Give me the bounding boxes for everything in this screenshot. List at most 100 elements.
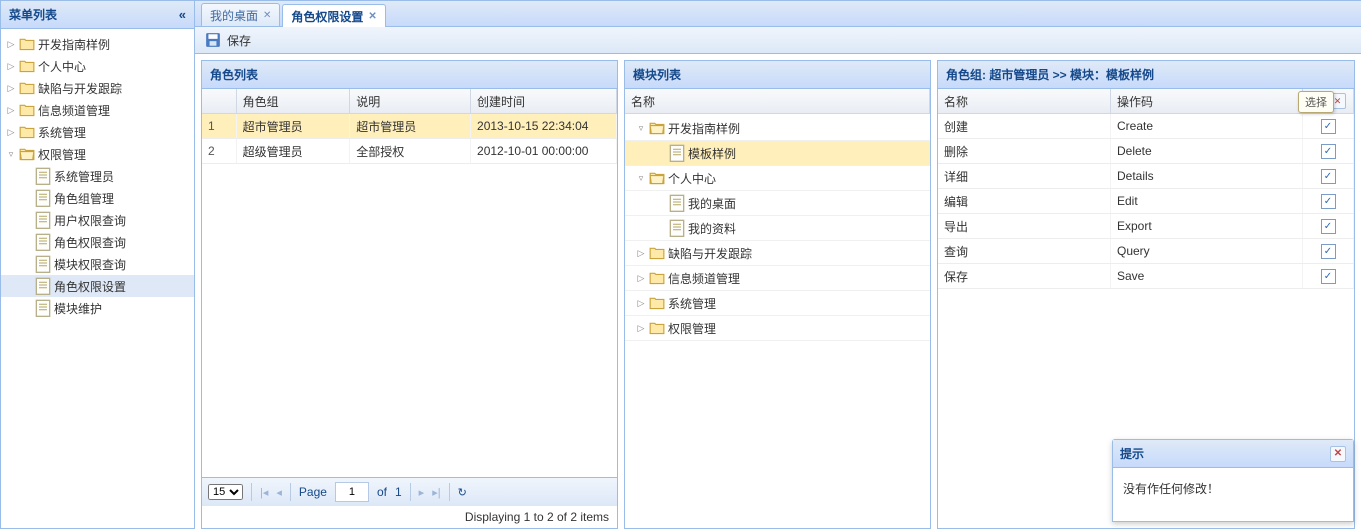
expander-icon[interactable]: ▷ — [633, 323, 649, 334]
refresh-button[interactable]: ↻ — [458, 486, 467, 499]
save-icon — [205, 32, 221, 48]
module-folder[interactable]: ▿开发指南样例 — [625, 116, 930, 141]
tab-label: 角色权限设置 — [291, 8, 363, 25]
first-page-button[interactable]: |◂ — [260, 486, 268, 499]
tree-node-label: 角色组管理 — [54, 190, 114, 207]
tree-folder[interactable]: ▷信息频道管理 — [1, 99, 194, 121]
of-label: of — [377, 485, 387, 499]
tree-leaf[interactable]: 角色权限查询 — [1, 231, 194, 253]
module-folder[interactable]: ▷缺陷与开发跟踪 — [625, 241, 930, 266]
expander-icon[interactable]: ▷ — [3, 39, 19, 50]
expander-icon[interactable]: ▿ — [3, 149, 19, 160]
col-desc[interactable]: 说明 — [350, 89, 471, 113]
tree-leaf[interactable]: 角色组管理 — [1, 187, 194, 209]
prev-page-button[interactable]: ◂ — [276, 486, 282, 499]
page-icon — [35, 168, 51, 184]
table-row[interactable]: 2超级管理员全部授权2012-10-01 00:00:00 — [202, 139, 617, 164]
expander-icon[interactable]: ▷ — [3, 127, 19, 138]
perm-row[interactable]: 查询Query✓ — [938, 239, 1354, 264]
tree-folder[interactable]: ▷缺陷与开发跟踪 — [1, 77, 194, 99]
page-input[interactable] — [335, 482, 369, 502]
perm-row[interactable]: 编辑Edit✓ — [938, 189, 1354, 214]
table-row[interactable]: 1超市管理员超市管理员2013-10-15 22:34:04 — [202, 114, 617, 139]
checkbox[interactable]: ✓ — [1321, 194, 1336, 209]
perm-row[interactable]: 删除Delete✓ — [938, 139, 1354, 164]
expander-icon[interactable]: ▷ — [3, 105, 19, 116]
module-folder[interactable]: ▷信息频道管理 — [625, 266, 930, 291]
perm-row[interactable]: 创建Create✓ — [938, 114, 1354, 139]
close-icon[interactable]: ✕ — [1330, 446, 1346, 462]
tab-close-icon[interactable]: ✕ — [263, 10, 271, 21]
tab-label: 我的桌面 — [210, 7, 258, 24]
checkbox[interactable]: ✓ — [1321, 119, 1336, 134]
col-module-name[interactable]: 名称 — [625, 89, 930, 113]
cell-perm-name: 删除 — [938, 139, 1111, 163]
sidebar-title: 菜单列表 — [9, 6, 57, 23]
page-size-select[interactable]: 15 — [208, 484, 243, 500]
col-perm-name[interactable]: 名称 — [938, 89, 1111, 113]
checkbox[interactable]: ✓ — [1321, 219, 1336, 234]
perm-row[interactable]: 导出Export✓ — [938, 214, 1354, 239]
tab[interactable]: 角色权限设置 ✕ — [282, 4, 385, 27]
checkbox[interactable]: ✓ — [1321, 269, 1336, 284]
page-icon — [35, 300, 51, 316]
expander-icon[interactable]: ▷ — [633, 298, 649, 309]
tree-leaf[interactable]: 模块维护 — [1, 297, 194, 319]
tree-node-label: 权限管理 — [38, 146, 86, 163]
collapse-icon[interactable]: « — [179, 7, 186, 22]
cell-perm-code: Details — [1111, 164, 1303, 188]
tree-node-label: 用户权限查询 — [54, 212, 126, 229]
cell-perm-check: ✓ — [1303, 164, 1354, 188]
page-icon — [35, 212, 51, 228]
module-folder[interactable]: ▷权限管理 — [625, 316, 930, 341]
tree-folder[interactable]: ▷开发指南样例 — [1, 33, 194, 55]
tab-close-icon[interactable]: ✕ — [368, 11, 376, 22]
expander-icon[interactable]: ▷ — [3, 61, 19, 72]
page-icon — [35, 278, 51, 294]
checkbox[interactable]: ✓ — [1321, 144, 1336, 159]
tree-leaf[interactable]: 模块权限查询 — [1, 253, 194, 275]
tree-leaf[interactable]: 系统管理员 — [1, 165, 194, 187]
module-leaf[interactable]: 模板样例 — [625, 141, 930, 166]
expander-icon[interactable]: ▷ — [633, 248, 649, 259]
row-number-header — [202, 89, 237, 113]
tree-node-label: 角色权限查询 — [54, 234, 126, 251]
save-button[interactable]: 保存 — [201, 30, 255, 51]
expander-icon[interactable]: ▿ — [633, 173, 649, 184]
display-info: Displaying 1 to 2 of 2 items — [202, 506, 617, 528]
expander-icon[interactable]: ▷ — [3, 83, 19, 94]
tree-folder[interactable]: ▷系统管理 — [1, 121, 194, 143]
tree-folder[interactable]: ▷个人中心 — [1, 55, 194, 77]
cell-perm-code: Save — [1111, 264, 1303, 288]
checkbox[interactable]: ✓ — [1321, 169, 1336, 184]
tree-leaf[interactable]: 用户权限查询 — [1, 209, 194, 231]
module-folder[interactable]: ▷系统管理 — [625, 291, 930, 316]
tab[interactable]: 我的桌面 ✕ — [201, 3, 280, 26]
pager: 15 |◂ ◂ Page of 1 ▸ ▸| ↻ — [202, 477, 617, 506]
col-group[interactable]: 角色组 — [237, 89, 351, 113]
tree-folder[interactable]: ▿ 权限管理 — [1, 143, 194, 165]
module-leaf[interactable]: 我的桌面 — [625, 191, 930, 216]
perm-row[interactable]: 保存Save✓ — [938, 264, 1354, 289]
cell-perm-check: ✓ — [1303, 239, 1354, 263]
tree-leaf[interactable]: 角色权限设置 — [1, 275, 194, 297]
col-date[interactable]: 创建时间 — [471, 89, 617, 113]
folder-icon — [649, 120, 665, 136]
cell-group: 超市管理员 — [237, 114, 351, 138]
toast-popup: 提示 ✕ 没有作任何修改！ — [1112, 439, 1354, 522]
next-page-button[interactable]: ▸ — [419, 486, 425, 499]
expander-icon[interactable]: ▷ — [633, 273, 649, 284]
expander-icon[interactable]: ▿ — [633, 123, 649, 134]
col-perm-code[interactable]: 操作码 — [1111, 89, 1303, 113]
module-folder[interactable]: ▿个人中心 — [625, 166, 930, 191]
cell-desc: 全部授权 — [350, 139, 471, 163]
tree-node-label: 角色权限设置 — [54, 278, 126, 295]
perm-row[interactable]: 详细Details✓ — [938, 164, 1354, 189]
folder-icon — [649, 270, 665, 286]
tab-bar: 我的桌面 ✕ 角色权限设置 ✕ — [195, 1, 1361, 27]
module-panel-header: 模块列表 — [625, 61, 930, 89]
checkbox[interactable]: ✓ — [1321, 244, 1336, 259]
toast-title: 提示 — [1120, 445, 1144, 462]
last-page-button[interactable]: ▸| — [432, 486, 440, 499]
module-leaf[interactable]: 我的资料 — [625, 216, 930, 241]
